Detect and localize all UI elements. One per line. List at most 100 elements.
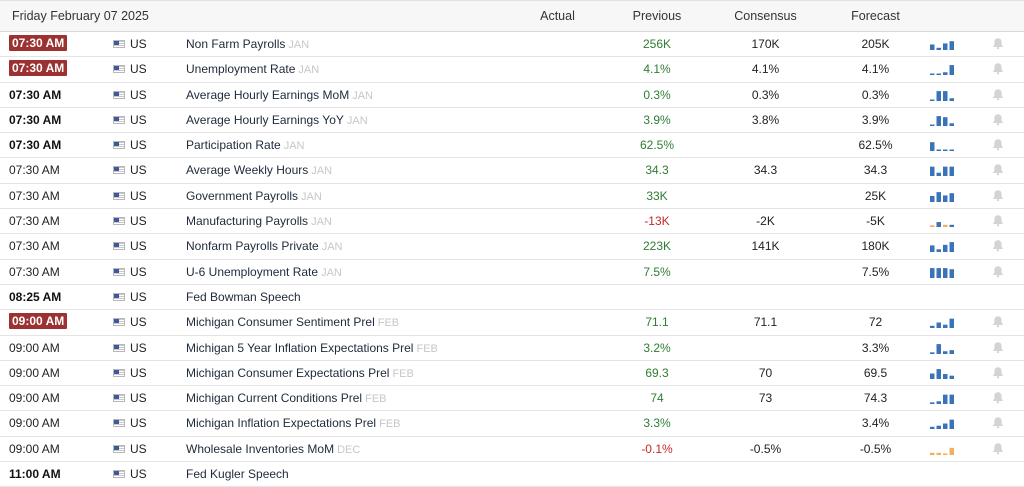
event-name-link[interactable]: Government Payrolls JAN (186, 189, 322, 203)
event-row[interactable]: 09:00 AM US Michigan 5 Year Inflation Expe… (0, 336, 1024, 361)
event-row[interactable]: 07:30 AM US Average Hourly Earnings YoY JAN… (0, 108, 1024, 134)
sparkline-chart-icon[interactable] (929, 240, 955, 253)
event-country: US (130, 264, 147, 279)
event-name-link[interactable]: Average Hourly Earnings MoM JAN (186, 88, 373, 102)
bell-icon[interactable] (992, 341, 1004, 354)
bell-icon[interactable] (992, 239, 1004, 252)
event-name-link[interactable]: Average Hourly Earnings YoY JAN (186, 113, 368, 127)
sparkline-bar (930, 167, 935, 177)
bell-icon[interactable] (992, 416, 1004, 429)
event-row[interactable]: 09:00 AM US Michigan Current Conditions Pr… (0, 386, 1024, 412)
event-name-link[interactable]: Michigan Consumer Sentiment Prel FEB (186, 315, 399, 329)
sparkline-chart-icon[interactable] (929, 164, 955, 177)
event-consensus: 0.3% (751, 87, 780, 102)
sparkline-chart-icon[interactable] (929, 38, 955, 50)
event-row[interactable]: 07:30 AM US U-6 Unemployment Rate JAN 7.5% 7.… (0, 260, 1024, 285)
sparkline-chart-icon[interactable] (929, 316, 955, 329)
bell-icon[interactable] (992, 189, 1004, 202)
sparkline-bar (949, 268, 954, 278)
sparkline-chart-icon[interactable] (929, 190, 955, 202)
event-country: US (130, 391, 147, 406)
event-period: FEB (379, 418, 401, 431)
bell-icon[interactable] (992, 442, 1004, 455)
event-row[interactable]: 07:30 AM US Manufacturing Payrolls JAN -13K -… (0, 209, 1024, 235)
event-row[interactable]: 09:00 AM US Wholesale Inventories MoM DEC -0… (0, 437, 1024, 463)
event-previous: 3.2% (643, 340, 671, 355)
event-consensus: 3.8% (751, 112, 780, 127)
event-name-link[interactable]: Unemployment Rate JAN (186, 62, 319, 76)
sparkline-chart-icon[interactable] (929, 417, 955, 430)
event-row[interactable]: 07:30 AM US Nonfarm Payrolls Private JAN 223… (0, 234, 1024, 260)
event-row[interactable]: 08:25 AM US Fed Bowman Speech (0, 285, 1024, 311)
event-name-link[interactable]: Michigan 5 Year Inflation Expectations P… (186, 341, 438, 355)
event-consensus: 73 (758, 391, 773, 406)
sparkline-chart-icon[interactable] (929, 367, 955, 379)
us-flag-icon (113, 267, 125, 276)
event-row[interactable]: 07:30 AM US Government Payrolls JAN 33K 25K (0, 184, 1024, 210)
bell-icon[interactable] (992, 62, 1004, 75)
event-row[interactable]: 07:30 AM US Non Farm Payrolls JAN 256K 170K 20… (0, 32, 1024, 58)
event-name-link[interactable]: Wholesale Inventories MoM DEC (186, 442, 360, 456)
bell-icon[interactable] (992, 113, 1004, 126)
bell-icon[interactable] (992, 315, 1004, 328)
event-time: 09:00 AM (9, 340, 60, 355)
event-previous: 62.5% (639, 138, 675, 153)
event-row[interactable]: 07:30 AM US Average Weekly Hours JAN 34.3 34.… (0, 158, 1024, 184)
bell-icon[interactable] (992, 265, 1004, 278)
event-name-link[interactable]: Michigan Consumer Expectations Prel FEB (186, 366, 414, 380)
event-consensus: 34.3 (753, 163, 778, 178)
sparkline-chart-icon[interactable] (929, 266, 955, 278)
sparkline-chart-icon[interactable] (929, 443, 955, 455)
sparkline-chart-icon[interactable] (929, 63, 955, 76)
sparkline-bar (936, 368, 941, 379)
event-country: US (130, 112, 147, 127)
bell-icon[interactable] (992, 366, 1004, 379)
event-name-link[interactable]: U-6 Unemployment Rate JAN (186, 265, 342, 279)
event-name-link[interactable]: Michigan Inflation Expectations Prel FEB (186, 416, 401, 430)
event-name-link[interactable]: Participation Rate JAN (186, 138, 305, 152)
event-previous: 69.3 (645, 365, 669, 380)
sparkline-bar (936, 191, 941, 202)
event-name-link[interactable]: Average Weekly Hours JAN (186, 163, 332, 177)
event-row[interactable]: 07:30 AM US Unemployment Rate JAN 4.1% 4.1% 4.… (0, 57, 1024, 83)
event-row[interactable]: 11:00 AM US Fed Kugler Speech (0, 462, 1024, 487)
calendar-header: Friday February 07 2025 Actual Previous … (0, 0, 1024, 32)
sparkline-bar (930, 267, 935, 278)
event-name-link[interactable]: Manufacturing Payrolls JAN (186, 214, 332, 228)
sparkline-chart-icon[interactable] (929, 89, 955, 101)
sparkline-bar (949, 447, 954, 455)
event-time: 07:30 AM (9, 112, 62, 127)
event-time: 07:30 AM (9, 87, 62, 102)
sparkline-bar (943, 72, 948, 76)
bell-icon[interactable] (992, 37, 1004, 50)
bell-icon[interactable] (992, 138, 1004, 151)
event-period: FEB (416, 342, 438, 355)
column-header-previous[interactable]: Previous (622, 9, 692, 23)
event-name-link[interactable]: Non Farm Payrolls JAN (186, 37, 309, 51)
event-period: FEB (377, 317, 400, 330)
event-row[interactable]: 09:00 AM US Michigan Inflation Expectation… (0, 411, 1024, 437)
sparkline-chart-icon[interactable] (929, 215, 955, 228)
sparkline-chart-icon[interactable] (929, 114, 955, 126)
sparkline-chart-icon[interactable] (929, 392, 955, 405)
event-row[interactable]: 09:00 AM US Michigan Consumer Sentiment Pr… (0, 310, 1024, 336)
bell-icon[interactable] (992, 214, 1004, 227)
event-name-link[interactable]: Michigan Current Conditions Prel FEB (186, 391, 387, 405)
event-name-link[interactable]: Fed Bowman Speech (186, 290, 304, 304)
event-name-link[interactable]: Fed Kugler Speech (186, 467, 292, 481)
column-header-forecast[interactable]: Forecast (838, 9, 913, 23)
column-header-actual[interactable]: Actual (520, 9, 595, 23)
column-header-consensus[interactable]: Consensus (728, 9, 803, 23)
sparkline-chart-icon[interactable] (929, 139, 955, 152)
sparkline-chart-icon[interactable] (929, 342, 955, 354)
event-row[interactable]: 07:30 AM US Average Hourly Earnings MoM JAN… (0, 83, 1024, 108)
bell-icon[interactable] (992, 391, 1004, 404)
event-forecast: -0.5% (859, 441, 892, 456)
event-row[interactable]: 09:00 AM US Michigan Consumer Expectations… (0, 361, 1024, 387)
event-name-link[interactable]: Nonfarm Payrolls Private JAN (186, 239, 343, 253)
us-flag-icon (113, 343, 125, 352)
bell-icon[interactable] (992, 88, 1004, 101)
bell-icon[interactable] (992, 163, 1004, 176)
event-period: JAN (298, 64, 320, 77)
event-row[interactable]: 07:30 AM US Participation Rate JAN 62.5% 62.5… (0, 133, 1024, 159)
